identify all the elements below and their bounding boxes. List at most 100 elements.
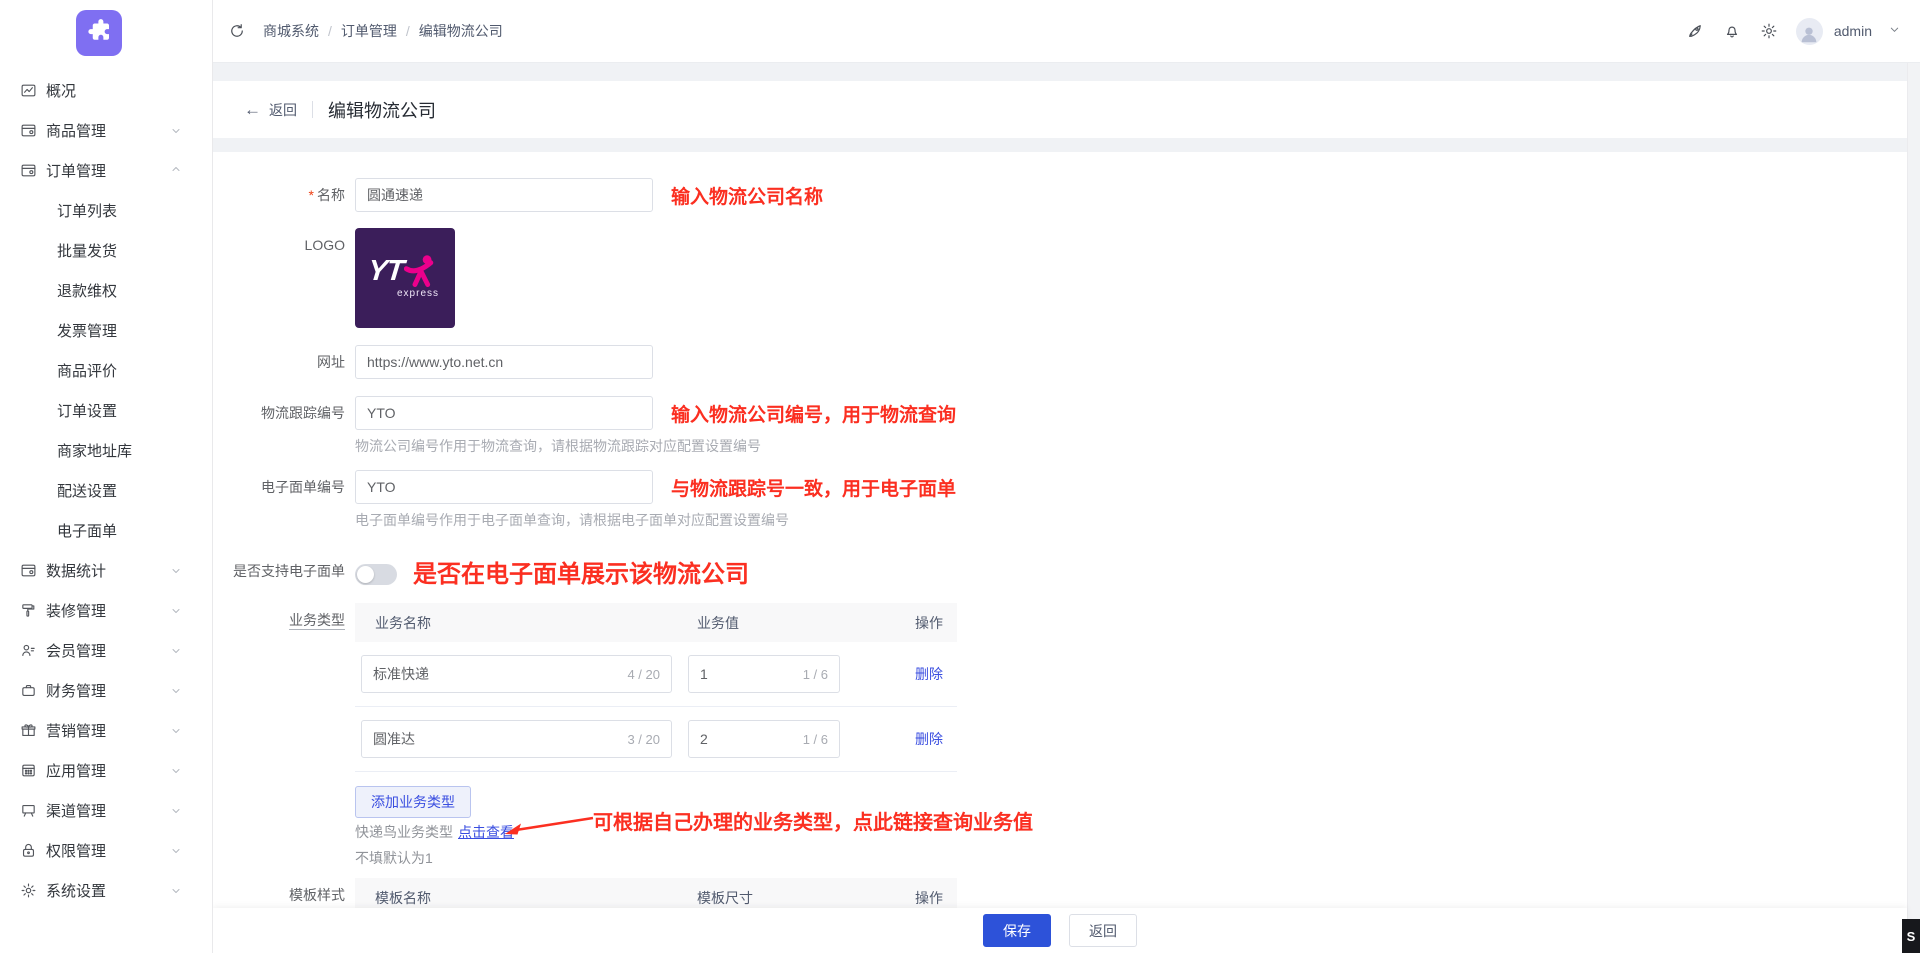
overview-chart-icon — [20, 82, 37, 99]
page-title: 编辑物流公司 — [328, 97, 436, 123]
field-label: 业务类型 — [213, 603, 355, 637]
sidebar-item-order-settings[interactable]: 订单设置 — [0, 390, 212, 430]
business-value-input[interactable] — [700, 666, 795, 682]
chevron-down-icon — [170, 884, 182, 896]
sidebar-item-label: 营销管理 — [46, 720, 106, 741]
business-name-input[interactable] — [373, 666, 619, 682]
sidebar-item-orders[interactable]: 订单管理 — [0, 150, 212, 190]
sidebar: 概况 商品管理 订单管理 订单列表 批量发货 退款维权 发票管理 商品评价 订单… — [0, 0, 213, 953]
sidebar-item-refunds[interactable]: 退款维权 — [0, 270, 212, 310]
sidebar-item-label: 订单设置 — [57, 400, 117, 421]
col-header-action: 操作 — [877, 613, 957, 633]
name-input[interactable] — [355, 178, 653, 212]
bell-icon[interactable] — [1722, 21, 1742, 41]
url-input[interactable] — [355, 345, 653, 379]
sidebar-item-ewaybill[interactable]: 电子面单 — [0, 510, 212, 550]
gift-icon — [20, 722, 37, 739]
back-button[interactable]: ← 返回 — [244, 100, 297, 120]
member-person-icon — [20, 642, 37, 659]
business-table: 业务名称 业务值 操作 4 / 20 — [355, 603, 957, 772]
sidebar-item-finance[interactable]: 财务管理 — [0, 670, 212, 710]
ewaybill-code-input[interactable] — [355, 470, 653, 504]
annotation-name: 输入物流公司名称 — [671, 182, 823, 209]
sidebar-item-delivery-settings[interactable]: 配送设置 — [0, 470, 212, 510]
avatar[interactable] — [1796, 18, 1823, 45]
business-value-input[interactable] — [700, 731, 795, 747]
breadcrumb-item[interactable]: 商城系统 — [263, 21, 319, 41]
back-arrow-icon: ← — [244, 100, 261, 120]
char-counter: 1 / 6 — [803, 732, 828, 747]
tip-text: 快递鸟业务类型 — [355, 822, 453, 842]
gear-icon[interactable] — [1759, 21, 1779, 41]
app-logo — [76, 10, 122, 56]
sidebar-item-overview[interactable]: 概况 — [0, 70, 212, 110]
sidebar-item-label: 电子面单 — [57, 520, 117, 541]
sidebar-item-goods[interactable]: 商品管理 — [0, 110, 212, 150]
orders-card-icon — [20, 162, 37, 179]
sidebar-item-marketing[interactable]: 营销管理 — [0, 710, 212, 750]
char-counter: 1 / 6 — [803, 667, 828, 682]
ewaybill-toggle[interactable] — [355, 564, 397, 585]
sidebar-item-system-settings[interactable]: 系统设置 — [0, 870, 212, 910]
sidebar-item-decoration[interactable]: 装修管理 — [0, 590, 212, 630]
scrollbar-track[interactable] — [1907, 63, 1920, 953]
sidebar-item-label: 退款维权 — [57, 280, 117, 301]
topbar-actions: admin — [1685, 18, 1900, 45]
save-button[interactable]: 保存 — [983, 914, 1051, 947]
chevron-down-icon — [170, 844, 182, 856]
form-row-logo: LOGO YT express — [213, 228, 1907, 328]
sidebar-item-label: 会员管理 — [46, 640, 106, 661]
footer-action-bar: 保存 返回 — [213, 908, 1907, 953]
logo-image[interactable]: YT express — [355, 228, 455, 328]
sidebar-item-apps[interactable]: 应用管理 — [0, 750, 212, 790]
annotation-eorder: 与物流跟踪号一致，用于电子面单 — [671, 474, 956, 501]
refresh-icon[interactable] — [227, 21, 247, 41]
sidebar-item-label: 商品评价 — [57, 360, 117, 381]
sidebar-item-permissions[interactable]: 权限管理 — [0, 830, 212, 870]
sidebar-item-label: 批量发货 — [57, 240, 117, 261]
back-label: 返回 — [269, 100, 297, 120]
main-content: ← 返回 编辑物流公司 *名称 输入物流公司名称 LOGO — [213, 63, 1920, 953]
sidebar-item-address-book[interactable]: 商家地址库 — [0, 430, 212, 470]
tracking-code-input[interactable] — [355, 396, 653, 430]
floating-s-widget[interactable]: S — [1902, 919, 1920, 953]
field-label: 物流跟踪编号 — [213, 396, 355, 430]
red-arrow-icon — [503, 814, 595, 840]
sidebar-item-invoices[interactable]: 发票管理 — [0, 310, 212, 350]
col-header-value: 业务值 — [697, 613, 877, 633]
easel-board-icon — [20, 802, 37, 819]
delete-row-link[interactable]: 删除 — [915, 664, 943, 684]
breadcrumb-item: 编辑物流公司 — [419, 21, 503, 41]
field-label: 电子面单编号 — [213, 470, 355, 504]
sidebar-item-label: 商品管理 — [46, 120, 106, 141]
sidebar-item-label: 应用管理 — [46, 760, 106, 781]
sidebar-item-members[interactable]: 会员管理 — [0, 630, 212, 670]
sidebar-item-label: 数据统计 — [46, 560, 106, 581]
chevron-down-icon — [170, 724, 182, 736]
form-row-tracking: 物流跟踪编号 输入物流公司编号，用于物流查询 物流公司编号作用于物流查询，请根据… — [213, 396, 1907, 456]
chevron-down-icon[interactable] — [1889, 22, 1900, 40]
return-button[interactable]: 返回 — [1069, 914, 1137, 947]
field-label: LOGO — [213, 228, 355, 262]
puzzle-icon — [84, 16, 114, 51]
sidebar-item-order-list[interactable]: 订单列表 — [0, 190, 212, 230]
sidebar-item-batch-ship[interactable]: 批量发货 — [0, 230, 212, 270]
sidebar-item-label: 权限管理 — [46, 840, 106, 861]
sidebar-item-reviews[interactable]: 商品评价 — [0, 350, 212, 390]
delete-row-link[interactable]: 删除 — [915, 729, 943, 749]
add-business-type-button[interactable]: 添加业务类型 — [355, 786, 471, 818]
sidebar-item-label: 订单列表 — [57, 200, 117, 221]
rocket-icon[interactable] — [1685, 21, 1705, 41]
annotation-tracking: 输入物流公司编号，用于物流查询 — [671, 400, 956, 427]
business-name-input[interactable] — [373, 731, 619, 747]
goods-card-icon — [20, 122, 37, 139]
sidebar-item-data-stats[interactable]: 数据统计 — [0, 550, 212, 590]
toggle-knob — [357, 566, 374, 583]
sidebar-item-channels[interactable]: 渠道管理 — [0, 790, 212, 830]
username[interactable]: admin — [1834, 23, 1872, 39]
chevron-down-icon — [170, 644, 182, 656]
breadcrumb-item[interactable]: 订单管理 — [341, 21, 397, 41]
template-table: 模板名称 模板尺寸 操作 — [355, 878, 957, 908]
breadcrumb: 商城系统 / 订单管理 / 编辑物流公司 — [263, 21, 503, 41]
sidebar-item-label: 概况 — [46, 80, 76, 101]
